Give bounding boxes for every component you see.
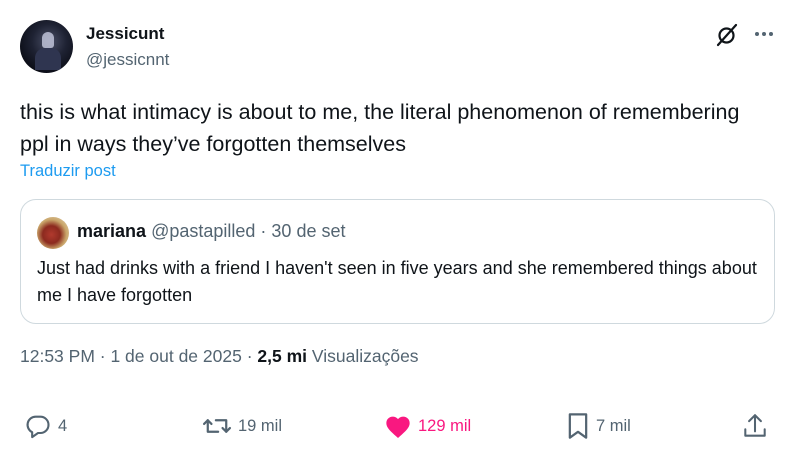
share-button[interactable] [742, 410, 768, 442]
post-text: this is what intimacy is about to me, th… [20, 100, 740, 156]
post-timestamp[interactable]: 12:53 PM · 1 de out de 2025 · [20, 346, 257, 366]
author-avatar[interactable] [20, 20, 73, 73]
quote-header: mariana @pastapilled · 30 de set [77, 221, 345, 242]
share-icon [742, 412, 768, 440]
like-button[interactable]: 129 mil [384, 410, 471, 442]
avatar-figure-body [35, 48, 61, 70]
heart-icon [384, 413, 412, 439]
avatar-figure-head [42, 32, 54, 48]
repost-button[interactable]: 19 mil [202, 410, 282, 442]
views-label: Visualizações [307, 346, 419, 366]
post-meta: 12:53 PM · 1 de out de 2025 · 2,5 mi Vis… [20, 346, 419, 367]
reply-count: 4 [58, 416, 68, 435]
bookmark-icon [566, 412, 590, 440]
repost-count: 19 mil [238, 416, 283, 435]
views-count: 2,5 mi [257, 346, 308, 366]
grok-icon[interactable] [714, 22, 740, 48]
quoted-post[interactable]: mariana @pastapilled · 30 de set Just ha… [20, 199, 775, 324]
more-icon[interactable] [752, 22, 776, 46]
repost-icon [202, 412, 232, 440]
quote-date[interactable]: · 30 de set [260, 221, 345, 241]
reply-button[interactable]: 4 [24, 410, 67, 442]
author-display-name[interactable]: Jessicunt [86, 24, 164, 44]
quote-display-name[interactable]: mariana [77, 221, 146, 241]
translate-post-link[interactable]: Traduzir post [20, 162, 116, 181]
quote-handle[interactable]: @pastapilled [151, 221, 255, 241]
bookmark-count: 7 mil [596, 416, 631, 435]
quote-avatar[interactable] [37, 217, 69, 249]
bookmark-button[interactable]: 7 mil [566, 410, 631, 442]
like-count: 129 mil [418, 416, 472, 435]
reply-icon [24, 412, 52, 440]
quote-text: Just had drinks with a friend I haven't … [37, 258, 757, 305]
author-handle[interactable]: @jessicnnt [86, 50, 169, 70]
